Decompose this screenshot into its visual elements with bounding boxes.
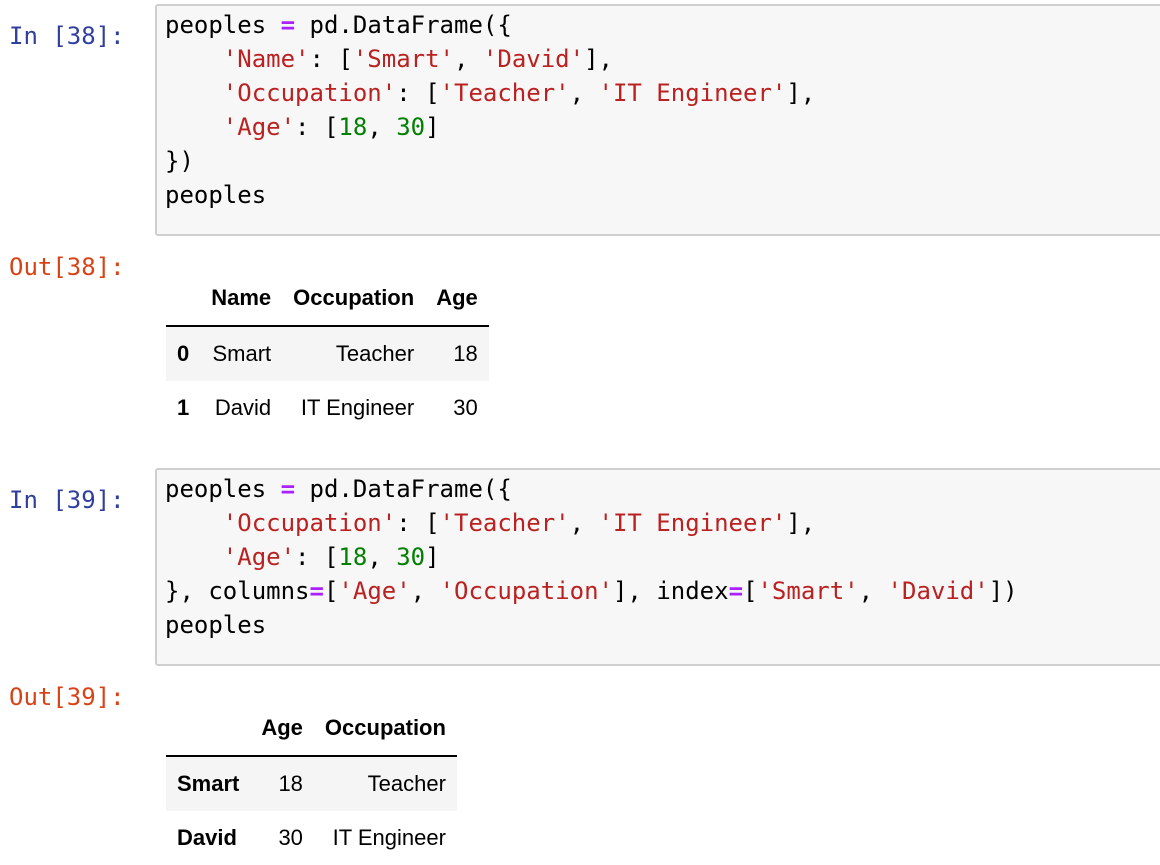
table-cell: 30 [453, 395, 478, 420]
row-index: 0 [177, 341, 190, 366]
column-header: Age [425, 271, 489, 327]
code-cell-editor[interactable]: peoples = pd.DataFrame({ 'Occupation': [… [155, 468, 1160, 666]
code-line: 'Age': [18, 30] [222, 543, 440, 571]
table-cell: 18 [278, 771, 303, 796]
table-cell: Teacher [335, 341, 415, 366]
column-header: Age [250, 701, 314, 757]
table-row: David 30 IT Engineer [166, 811, 457, 865]
code-line: peoples [165, 181, 267, 209]
code-line: peoples = pd.DataFrame({ [165, 475, 512, 503]
code-line: 'Occupation': ['Teacher', 'IT Engineer']… [222, 79, 816, 107]
code-line: peoples [165, 611, 267, 639]
code-cell-editor[interactable]: peoples = pd.DataFrame({ 'Name': ['Smart… [155, 4, 1160, 236]
table-cell: 30 [278, 825, 303, 850]
table-row: 1 David IT Engineer 30 [166, 381, 489, 435]
row-index: Smart [177, 771, 240, 796]
index-header [166, 271, 201, 327]
code-line: 'Age': [18, 30] [222, 113, 440, 141]
column-header: Name [200, 271, 283, 327]
index-header [166, 701, 251, 757]
dataframe-output: Age Occupation Smart 18 Teacher David 30… [166, 701, 457, 865]
table-cell: IT Engineer [300, 395, 415, 420]
table-row: 0 Smart Teacher 18 [166, 326, 489, 381]
column-header: Occupation [282, 271, 426, 327]
table-cell: Smart [212, 341, 272, 366]
input-prompt: In [38]: [9, 22, 125, 50]
output-prompt: Out[39]: [9, 683, 125, 711]
row-index: 1 [177, 395, 190, 420]
table-cell: David [214, 395, 272, 420]
row-index: David [177, 825, 237, 850]
table-cell: 18 [453, 341, 478, 366]
input-prompt: In [39]: [9, 486, 125, 514]
code-line: 'Name': ['Smart', 'David'], [222, 45, 613, 73]
output-prompt: Out[38]: [9, 253, 125, 281]
table-cell: Teacher [367, 771, 446, 796]
code-line: peoples = pd.DataFrame({ [165, 11, 512, 39]
column-header: Occupation [313, 701, 457, 757]
table-header-row: Age Occupation [166, 701, 457, 757]
code-line: }) [165, 147, 194, 175]
dataframe-output: Name Occupation Age 0 Smart Teacher 18 1… [166, 271, 489, 435]
code-line: }, columns=['Age', 'Occupation'], index=… [165, 577, 1018, 605]
table-header-row: Name Occupation Age [166, 271, 489, 327]
code-line: 'Occupation': ['Teacher', 'IT Engineer']… [222, 509, 816, 537]
table-row: Smart 18 Teacher [166, 756, 457, 811]
table-cell: IT Engineer [332, 825, 446, 850]
